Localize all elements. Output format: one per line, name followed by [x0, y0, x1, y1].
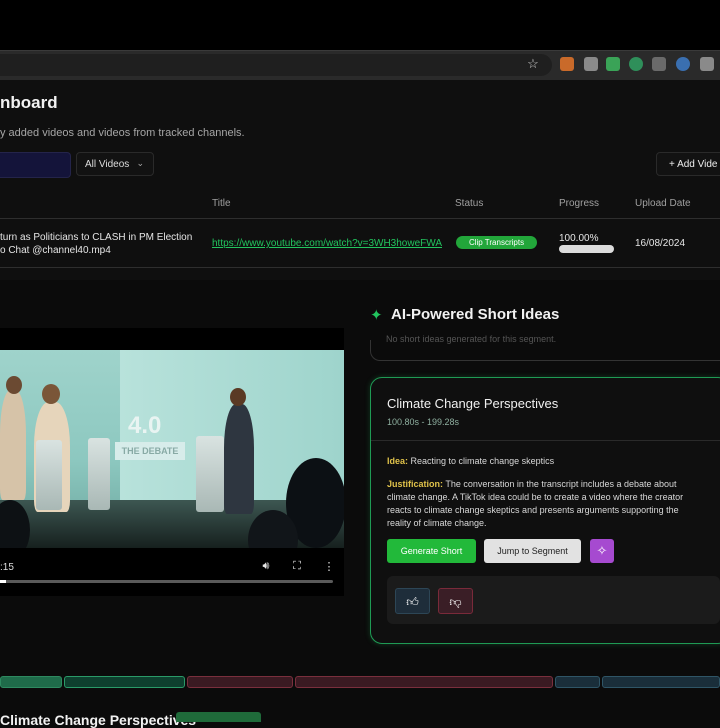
video-seek-bar[interactable] — [0, 580, 333, 583]
magic-wand-icon[interactable]: ✧ — [590, 539, 614, 563]
jump-to-segment-button[interactable]: Jump to Segment — [484, 539, 581, 563]
page-title: nboard — [0, 93, 58, 112]
ideas-header: AI-Powered Short Ideas — [391, 306, 560, 323]
idea-label: Idea: — [387, 456, 409, 466]
star-icon[interactable]: ☆ — [525, 56, 541, 72]
page-subtitle: y added videos and videos from tracked c… — [0, 127, 245, 139]
progress-text: 100.00% — [559, 233, 599, 244]
video-filter-select[interactable]: All Videos ⌄ — [76, 152, 154, 176]
more-options-icon[interactable]: ⋮ — [322, 560, 336, 573]
feedback-box — [387, 576, 720, 624]
extension-icon[interactable] — [584, 57, 598, 71]
extension-icon[interactable] — [676, 57, 690, 71]
column-header-status: Status — [455, 198, 484, 209]
idea-card-time-range: 100.80s - 199.28s — [387, 417, 460, 427]
column-header-progress: Progress — [559, 198, 600, 209]
timeline-segment[interactable] — [0, 676, 62, 688]
timeline-segment[interactable] — [295, 676, 553, 688]
timeline-segment[interactable] — [187, 676, 293, 688]
idea-line: Idea: Reacting to climate change skeptic… — [387, 456, 554, 466]
extension-icon[interactable] — [652, 57, 666, 71]
volume-icon[interactable]: 🔊︎ — [259, 560, 273, 573]
upload-date: 16/08/2024 — [635, 238, 686, 249]
video-filter-value: All Videos — [85, 159, 130, 170]
idea-text: Reacting to climate change skeptics — [410, 456, 555, 466]
video-url-link[interactable]: https://www.youtube.com/watch?v=3WH3howe… — [212, 238, 442, 249]
table-divider — [0, 218, 720, 219]
progress-bar — [559, 245, 614, 253]
extension-icon[interactable] — [606, 57, 620, 71]
column-header-upload-date: Upload Date — [635, 198, 691, 209]
video-name-line2: o Chat @channel40.mp4 — [0, 245, 111, 256]
video-seek-progress — [0, 580, 6, 583]
timeline-segment[interactable] — [602, 676, 720, 688]
debate-logo-text: THE DEBATE — [115, 442, 185, 460]
segment-action-button[interactable] — [176, 712, 261, 722]
thumbs-up-icon[interactable]: 👍︎ — [395, 588, 430, 614]
idea-card-divider — [371, 440, 720, 441]
previous-idea-text: No short ideas generated for this segmen… — [386, 334, 557, 344]
add-video-button[interactable]: + Add Vide — [656, 152, 720, 176]
status-badge: Clip Transcripts — [456, 236, 537, 249]
timeline-segment[interactable] — [555, 676, 600, 688]
address-bar[interactable] — [0, 54, 552, 76]
video-name-line1: turn as Politicians to CLASH in PM Elect… — [0, 232, 193, 243]
debate-logo-number: 4.0 — [128, 412, 162, 439]
extension-icon[interactable] — [629, 57, 643, 71]
search-input[interactable] — [0, 152, 71, 178]
column-header-title: Title — [212, 198, 231, 209]
idea-card-title: Climate Change Perspectives — [387, 396, 559, 411]
extension-icon[interactable] — [560, 57, 574, 71]
fullscreen-icon[interactable]: ⛶ — [290, 560, 304, 573]
video-time: :15 — [0, 562, 14, 573]
window-top — [0, 0, 720, 50]
segment-title: Climate Change Perspectives — [0, 712, 197, 728]
justification-paragraph: Justification: The conversation in the t… — [387, 478, 705, 530]
generate-short-button[interactable]: Generate Short — [387, 539, 476, 563]
thumbs-down-icon[interactable]: 👎︎ — [438, 588, 473, 614]
video-frame-image: 4.0 THE DEBATE — [0, 350, 344, 548]
timeline-segment[interactable] — [64, 676, 185, 688]
table-divider — [0, 267, 720, 268]
justification-label: Justification: — [387, 479, 444, 489]
puzzle-icon[interactable] — [700, 57, 714, 71]
chevron-down-icon: ⌄ — [136, 158, 144, 168]
sparkle-icon: ✦ — [370, 307, 383, 324]
